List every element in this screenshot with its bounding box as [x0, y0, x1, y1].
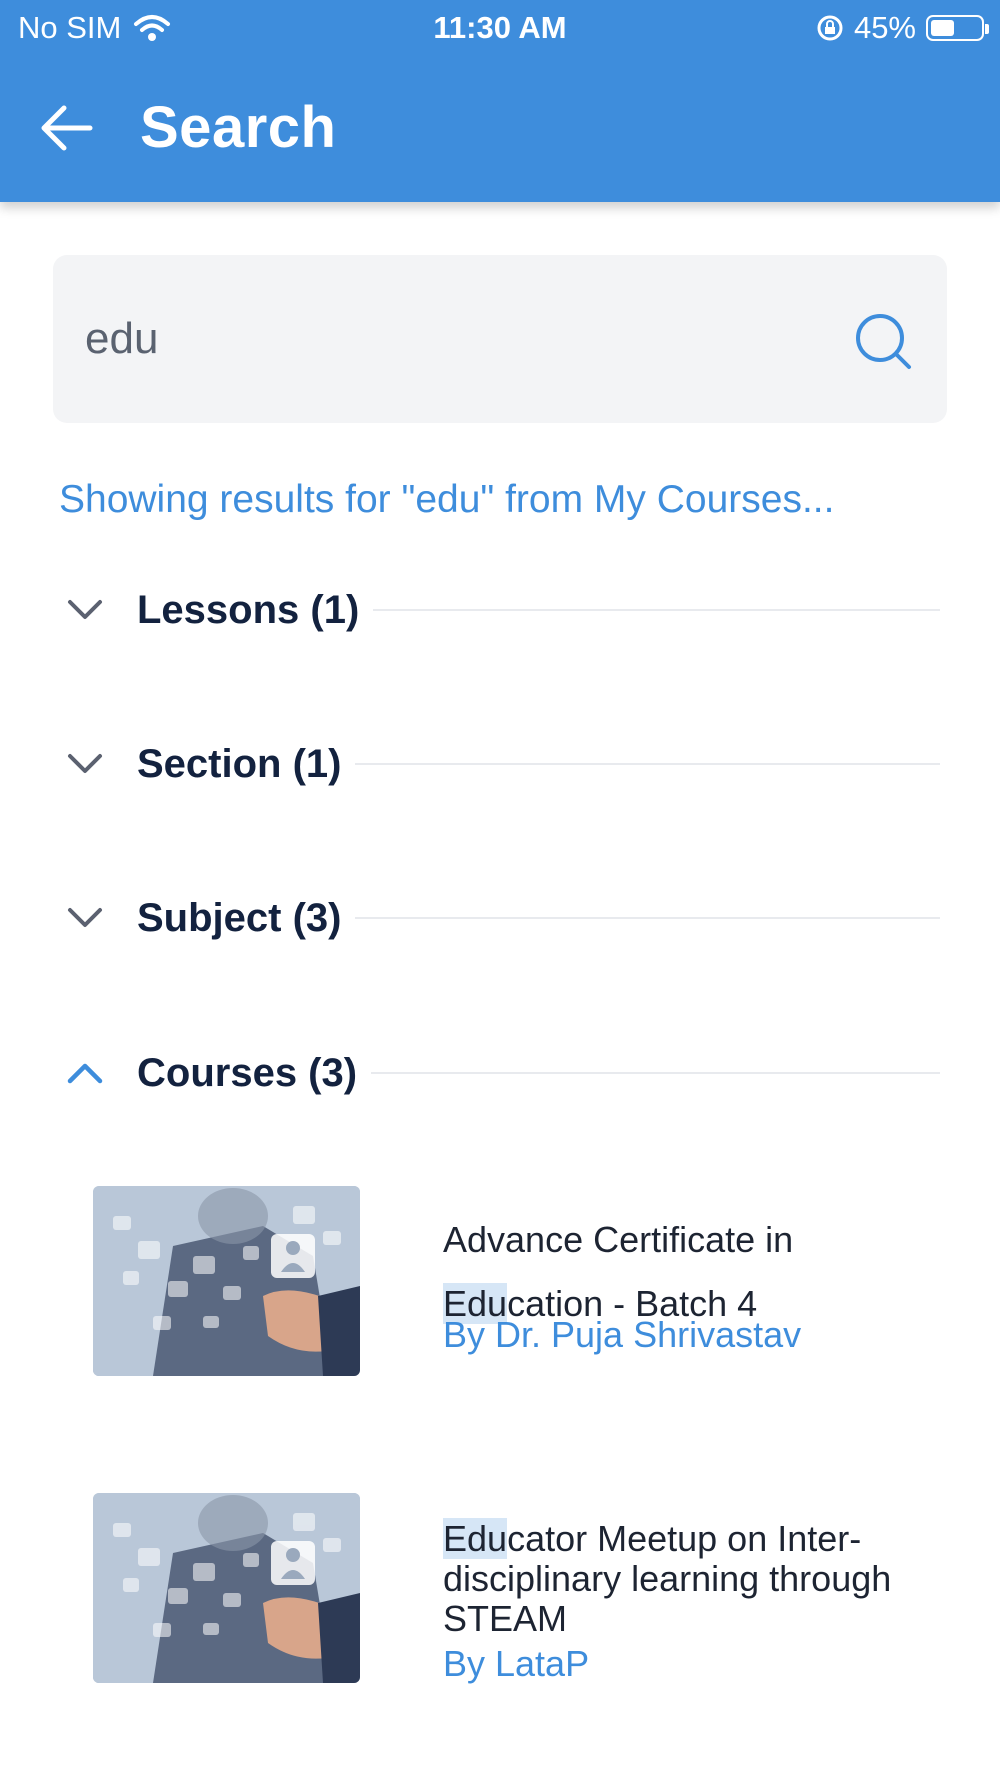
app-bar: No SIM 11:30 AM 45% Search — [0, 0, 1000, 202]
battery-level — [931, 20, 954, 36]
course-author[interactable]: By LataP — [443, 1643, 589, 1685]
status-right: 45% — [816, 10, 989, 46]
section-section[interactable]: Section (1) — [60, 734, 940, 794]
search-input[interactable] — [85, 295, 845, 383]
course-title: Educator Meetup on Inter-disciplinary le… — [443, 1518, 943, 1639]
search-icon[interactable] — [853, 311, 915, 373]
section-label: Section (1) — [137, 741, 342, 786]
arrow-left-icon[interactable] — [36, 98, 96, 158]
search-match-highlight: Edu — [443, 1518, 508, 1559]
course-title-text: Advance Certificate in — [443, 1219, 794, 1260]
chevron-up-icon[interactable] — [60, 1053, 110, 1093]
status-bar: No SIM 11:30 AM 45% — [0, 0, 1000, 56]
divider — [355, 917, 940, 919]
course-item[interactable]: Advance Certificate in Education - Batch… — [93, 1186, 943, 1386]
section-label: Courses (3) — [137, 1050, 358, 1095]
page-title: Search — [140, 95, 337, 160]
section-label: Lessons (1) — [137, 587, 360, 632]
section-subject[interactable]: Subject (3) — [60, 888, 940, 948]
rotation-lock-icon — [817, 15, 843, 41]
results-summary: Showing results for "edu" from My Course… — [59, 478, 835, 521]
course-title-text: cator Meetup on Inter-disciplinary learn… — [443, 1518, 892, 1639]
battery-icon — [926, 15, 989, 41]
course-thumbnail — [93, 1186, 360, 1376]
divider — [371, 1072, 940, 1074]
course-thumbnail — [93, 1493, 360, 1683]
course-item[interactable]: Educator Meetup on Inter-disciplinary le… — [93, 1493, 943, 1713]
battery-percent: 45% — [853, 10, 916, 45]
chevron-down-icon[interactable] — [60, 744, 110, 784]
section-lessons[interactable]: Lessons (1) — [60, 580, 940, 640]
section-label: Subject (3) — [137, 895, 342, 940]
divider — [373, 609, 940, 611]
search-box — [53, 255, 947, 423]
course-author[interactable]: By Dr. Puja Shrivastav — [443, 1314, 801, 1356]
chevron-down-icon[interactable] — [60, 590, 110, 630]
divider — [355, 763, 940, 765]
chevron-down-icon[interactable] — [60, 898, 110, 938]
section-courses[interactable]: Courses (3) — [60, 1043, 940, 1103]
